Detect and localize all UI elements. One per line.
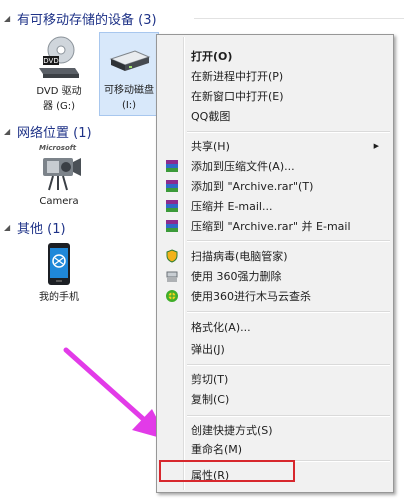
winrar-icon — [164, 198, 180, 214]
winrar-icon — [164, 158, 180, 174]
removable-disk-label: 可移动磁盘 (I:) — [104, 83, 154, 113]
menu-item-qq-screenshot[interactable]: QQ截图 — [159, 105, 391, 127]
group-other-title: 其他 (1) — [17, 221, 66, 237]
menu-item-add-archive-rar[interactable]: 添加到 "Archive.rar"(T) — [159, 175, 391, 197]
menu-item-label: 添加到压缩文件(A)... — [191, 160, 295, 173]
context-menu: 打开(O) 在新进程中打开(P) 在新窗口中打开(E) QQ截图 共享(H) ▶… — [156, 34, 394, 493]
dvd-drive-label: DVD 驱动 器 (G:) — [36, 84, 81, 114]
removable-disk-label-line1: 可移动磁盘 — [104, 85, 154, 96]
svg-text:DVD: DVD — [43, 57, 58, 65]
dvd-drive-label-line1: DVD 驱动 — [36, 86, 82, 97]
menu-item-label: 复制(C) — [191, 393, 230, 406]
menu-separator — [187, 240, 390, 242]
menu-item-open[interactable]: 打开(O) — [159, 45, 391, 67]
dvd-drive-icon: DVD — [35, 34, 83, 82]
360-icon — [164, 288, 180, 304]
menu-item-compress-email[interactable]: 压缩并 E-mail... — [159, 195, 391, 217]
menu-item-label: 使用360进行木马云查杀 — [191, 290, 311, 303]
winrar-icon — [164, 218, 180, 234]
camera-icon: Microsoft — [35, 144, 83, 192]
menu-item-trojan-scan[interactable]: 使用360进行木马云查杀 — [159, 285, 391, 307]
shield-icon — [164, 248, 180, 264]
expand-triangle-icon[interactable]: ◢ — [4, 14, 12, 23]
properties-highlight-box — [159, 460, 295, 482]
group-other-header[interactable]: ◢ 其他 (1) — [4, 218, 66, 237]
menu-item-label: 在新进程中打开(P) — [191, 70, 284, 83]
dvd-drive[interactable]: DVD DVD 驱动 器 (G:) — [30, 34, 88, 114]
menu-separator — [187, 364, 390, 366]
menu-separator — [187, 131, 390, 133]
menu-item-label: 添加到 "Archive.rar"(T) — [191, 180, 314, 193]
menu-item-rename[interactable]: 重命名(M) — [159, 438, 391, 460]
camera-device[interactable]: Microsoft Camera — [30, 144, 88, 209]
phone-icon — [35, 240, 83, 288]
menu-item-compress-rar-email[interactable]: 压缩到 "Archive.rar" 并 E-mail — [159, 215, 391, 237]
phone-device[interactable]: 我的手机 — [30, 240, 88, 305]
menu-separator — [187, 415, 390, 417]
removable-disk-icon — [105, 33, 153, 81]
dvd-drive-label-line2: 器 (G:) — [42, 101, 76, 112]
menu-item-force-delete[interactable]: 使用 360强力删除 — [159, 265, 391, 287]
menu-item-label: 扫描病毒(电脑管家) — [191, 250, 288, 263]
menu-item-open-label: 打开(O) — [191, 50, 233, 63]
menu-item-label: 重命名(M) — [191, 443, 243, 456]
group-removable-header[interactable]: ◢ 有可移动存储的设备 (3) — [4, 9, 404, 28]
menu-item-cut[interactable]: 剪切(T) — [159, 368, 391, 390]
menu-item-label: 在新窗口中打开(E) — [191, 90, 284, 103]
menu-item-share[interactable]: 共享(H) ▶ — [159, 135, 391, 157]
camera-label: Camera — [39, 196, 79, 207]
menu-item-label: 弹出(J) — [191, 343, 225, 356]
menu-item-open-new-process[interactable]: 在新进程中打开(P) — [159, 65, 391, 87]
removable-disk[interactable]: 可移动磁盘 (I:) — [99, 32, 159, 116]
expand-triangle-icon[interactable]: ◢ — [4, 223, 12, 232]
menu-item-scan-virus[interactable]: 扫描病毒(电脑管家) — [159, 245, 391, 267]
menu-item-label: 使用 360强力删除 — [191, 270, 282, 283]
menu-item-add-archive[interactable]: 添加到压缩文件(A)... — [159, 155, 391, 177]
expand-triangle-icon[interactable]: ◢ — [4, 127, 12, 136]
menu-item-format[interactable]: 格式化(A)... — [159, 316, 391, 338]
menu-item-label: 格式化(A)... — [191, 321, 251, 334]
menu-item-label: 创建快捷方式(S) — [191, 424, 273, 437]
phone-label: 我的手机 — [39, 292, 79, 303]
shredder-icon — [164, 268, 180, 284]
menu-item-label: QQ截图 — [191, 110, 231, 123]
group-network-header[interactable]: ◢ 网络位置 (1) — [4, 122, 92, 141]
menu-item-label: 压缩并 E-mail... — [191, 200, 273, 213]
submenu-arrow-icon: ▶ — [373, 142, 379, 150]
winrar-icon — [164, 178, 180, 194]
removable-disk-label-line2: (I:) — [121, 100, 137, 111]
group-network-title: 网络位置 (1) — [17, 125, 92, 141]
menu-separator — [187, 311, 390, 313]
menu-item-label: 压缩到 "Archive.rar" 并 E-mail — [191, 220, 351, 233]
group-divider — [194, 18, 404, 19]
menu-item-label: 剪切(T) — [191, 373, 229, 386]
menu-item-open-new-window[interactable]: 在新窗口中打开(E) — [159, 85, 391, 107]
menu-item-label: 共享(H) — [191, 140, 230, 153]
menu-item-eject[interactable]: 弹出(J) — [159, 338, 391, 360]
group-removable-title: 有可移动存储的设备 (3) — [17, 12, 157, 28]
menu-item-copy[interactable]: 复制(C) — [159, 388, 391, 410]
